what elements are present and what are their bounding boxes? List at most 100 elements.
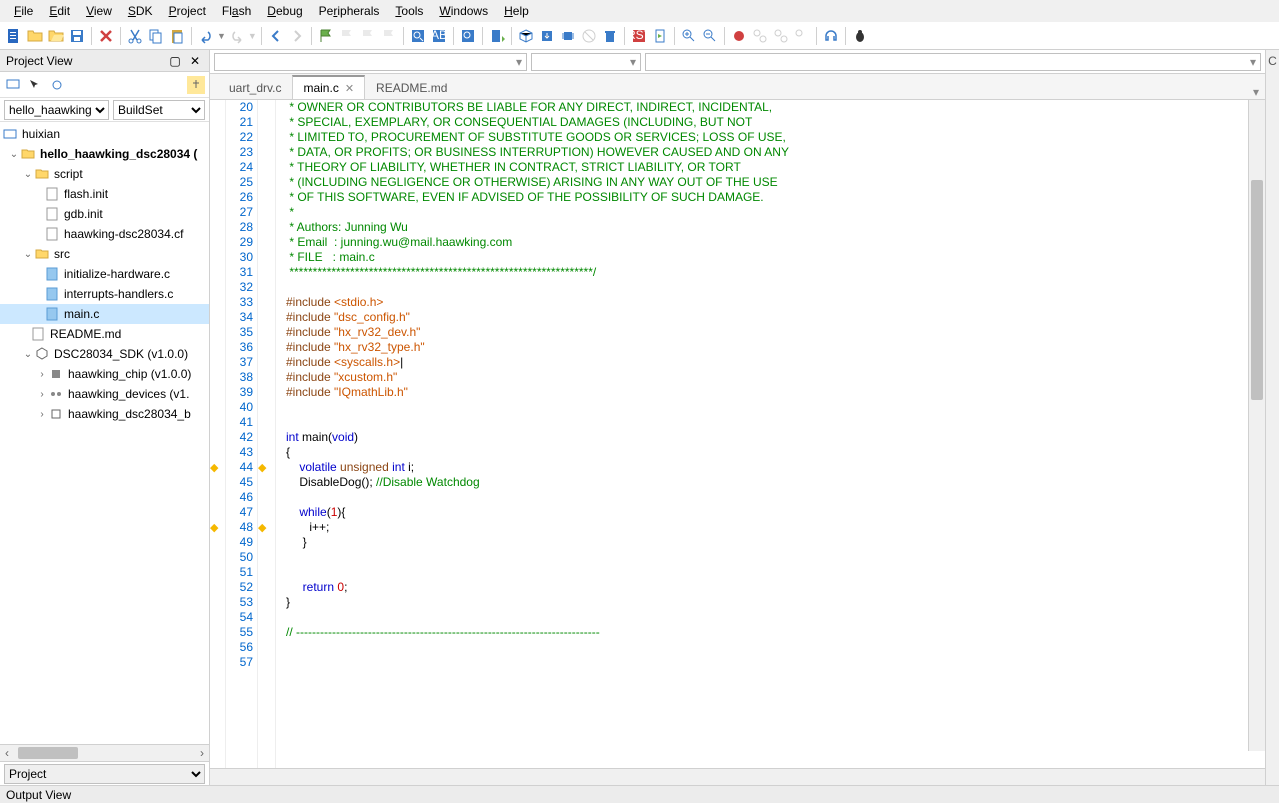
- project-toolbar: [0, 72, 209, 98]
- box-icon[interactable]: [516, 26, 536, 46]
- crumb-box-1[interactable]: ▾: [214, 53, 527, 71]
- copy-icon[interactable]: [146, 26, 166, 46]
- tabs-overflow-icon[interactable]: ▾: [1247, 85, 1265, 99]
- back-icon[interactable]: [266, 26, 286, 46]
- tree-dsc[interactable]: ›haawking_dsc28034_b: [0, 404, 209, 424]
- tree-script-folder[interactable]: ⌄script: [0, 164, 209, 184]
- record-icon[interactable]: [729, 26, 749, 46]
- stop-icon[interactable]: [579, 26, 599, 46]
- code-area[interactable]: ◆◆ 2021222324252627282930313233343536373…: [210, 100, 1265, 768]
- pin-icon[interactable]: [187, 76, 205, 94]
- panel-pin-icon[interactable]: ▢: [167, 53, 183, 69]
- menu-debug[interactable]: Debug: [259, 2, 310, 20]
- tree-chip[interactable]: ›haawking_chip (v1.0.0): [0, 364, 209, 384]
- menu-tools[interactable]: Tools: [387, 2, 431, 20]
- tree-hscroll[interactable]: ‹›: [0, 744, 209, 761]
- menu-sdk[interactable]: SDK: [120, 2, 161, 20]
- tree-project[interactable]: ⌄hello_haawking_dsc28034 (: [0, 144, 209, 164]
- svg-text:RST: RST: [631, 28, 647, 42]
- undo-icon[interactable]: [196, 26, 216, 46]
- find-replace-icon[interactable]: AB: [429, 26, 449, 46]
- tree-main-c[interactable]: main.c: [0, 304, 209, 324]
- crumb-box-3[interactable]: ▾: [645, 53, 1261, 71]
- tree-flash-init[interactable]: flash.init: [0, 184, 209, 204]
- bookmark-prev-icon[interactable]: [337, 26, 357, 46]
- right-strip: C: [1265, 50, 1279, 785]
- buildset-select[interactable]: BuildSet: [113, 100, 205, 120]
- redo-icon[interactable]: [227, 26, 247, 46]
- project-view-header: Project View ▢ ✕: [0, 50, 209, 72]
- right-strip-label: C: [1268, 54, 1277, 68]
- chip-icon[interactable]: [558, 26, 578, 46]
- menu-edit[interactable]: Edit: [41, 2, 78, 20]
- menu-help[interactable]: Help: [496, 2, 537, 20]
- tree-root[interactable]: huixian: [0, 124, 209, 144]
- menu-bar: File Edit View SDK Project Flash Debug P…: [0, 0, 1279, 22]
- tree-gdb-init[interactable]: gdb.init: [0, 204, 209, 224]
- bookmark-clear-icon[interactable]: [379, 26, 399, 46]
- menu-project[interactable]: Project: [161, 2, 214, 20]
- bug-icon[interactable]: [850, 26, 870, 46]
- tree-sdk[interactable]: ⌄DSC28034_SDK (v1.0.0): [0, 344, 209, 364]
- link3-icon[interactable]: [792, 26, 812, 46]
- project-select[interactable]: hello_haawking: [4, 100, 109, 120]
- tree-int-c[interactable]: interrupts-handlers.c: [0, 284, 209, 304]
- main-toolbar: ▼ ▼ AB RST: [0, 22, 1279, 50]
- tree-readme[interactable]: README.md: [0, 324, 209, 344]
- link1-icon[interactable]: [750, 26, 770, 46]
- new-file-icon[interactable]: [4, 26, 24, 46]
- tab-main[interactable]: main.c✕: [292, 75, 365, 99]
- paste-icon[interactable]: [167, 26, 187, 46]
- refresh-icon[interactable]: [48, 76, 66, 94]
- breadcrumb-bar: ▾ ▾ ▾: [210, 50, 1265, 74]
- download-icon[interactable]: [537, 26, 557, 46]
- run-icon[interactable]: [650, 26, 670, 46]
- tree-src-folder[interactable]: ⌄src: [0, 244, 209, 264]
- editor-vscroll[interactable]: [1248, 100, 1265, 751]
- tree-cfg[interactable]: haawking-dsc28034.cf: [0, 224, 209, 244]
- sidebar: Project View ▢ ✕ hello_haawking BuildSet…: [0, 50, 210, 785]
- editor-area: ▾ ▾ ▾ uart_drv.c main.c✕ README.md ▾ ◆◆ …: [210, 50, 1265, 785]
- open-folder-icon[interactable]: [25, 26, 45, 46]
- menu-view[interactable]: View: [78, 2, 120, 20]
- rst-icon[interactable]: RST: [629, 26, 649, 46]
- project-selector-row: hello_haawking BuildSet: [0, 98, 209, 122]
- tab-uart[interactable]: uart_drv.c: [218, 75, 292, 99]
- tab-close-icon[interactable]: ✕: [345, 82, 354, 95]
- menu-flash[interactable]: Flash: [214, 2, 259, 20]
- panel-close-icon[interactable]: ✕: [187, 53, 203, 69]
- tree-hw-c[interactable]: initialize-hardware.c: [0, 264, 209, 284]
- build-icon[interactable]: [487, 26, 507, 46]
- menu-file[interactable]: File: [6, 2, 41, 20]
- close-icon[interactable]: [96, 26, 116, 46]
- project-tree[interactable]: huixian ⌄hello_haawking_dsc28034 ( ⌄scri…: [0, 122, 209, 744]
- save-icon[interactable]: [67, 26, 87, 46]
- link2-icon[interactable]: [771, 26, 791, 46]
- forward-icon[interactable]: [287, 26, 307, 46]
- project-view-title: Project View: [6, 54, 72, 68]
- svg-text:AB: AB: [431, 28, 447, 42]
- headset-icon[interactable]: [821, 26, 841, 46]
- cursor-icon[interactable]: [26, 76, 44, 94]
- cut-icon[interactable]: [125, 26, 145, 46]
- bookmark-next-icon[interactable]: [358, 26, 378, 46]
- find-in-files-icon[interactable]: [458, 26, 478, 46]
- crumb-box-2[interactable]: ▾: [531, 53, 641, 71]
- editor-hscroll[interactable]: [210, 768, 1265, 785]
- view-select[interactable]: Project: [4, 764, 205, 784]
- zoom-in-icon[interactable]: [679, 26, 699, 46]
- find-icon[interactable]: [408, 26, 428, 46]
- monitor-icon[interactable]: [4, 76, 22, 94]
- tree-devices[interactable]: ›haawking_devices (v1.: [0, 384, 209, 404]
- output-view-header[interactable]: Output View: [0, 785, 1279, 803]
- delete-icon[interactable]: [600, 26, 620, 46]
- menu-peripherals[interactable]: Peripherals: [311, 2, 388, 20]
- open-icon[interactable]: [46, 26, 66, 46]
- menu-windows[interactable]: Windows: [431, 2, 496, 20]
- output-view-title: Output View: [6, 788, 71, 802]
- editor-tabs: uart_drv.c main.c✕ README.md ▾: [210, 74, 1265, 100]
- bottom-combo: Project: [0, 761, 209, 785]
- tab-readme[interactable]: README.md: [365, 75, 458, 99]
- bookmark-flag-icon[interactable]: [316, 26, 336, 46]
- zoom-out-icon[interactable]: [700, 26, 720, 46]
